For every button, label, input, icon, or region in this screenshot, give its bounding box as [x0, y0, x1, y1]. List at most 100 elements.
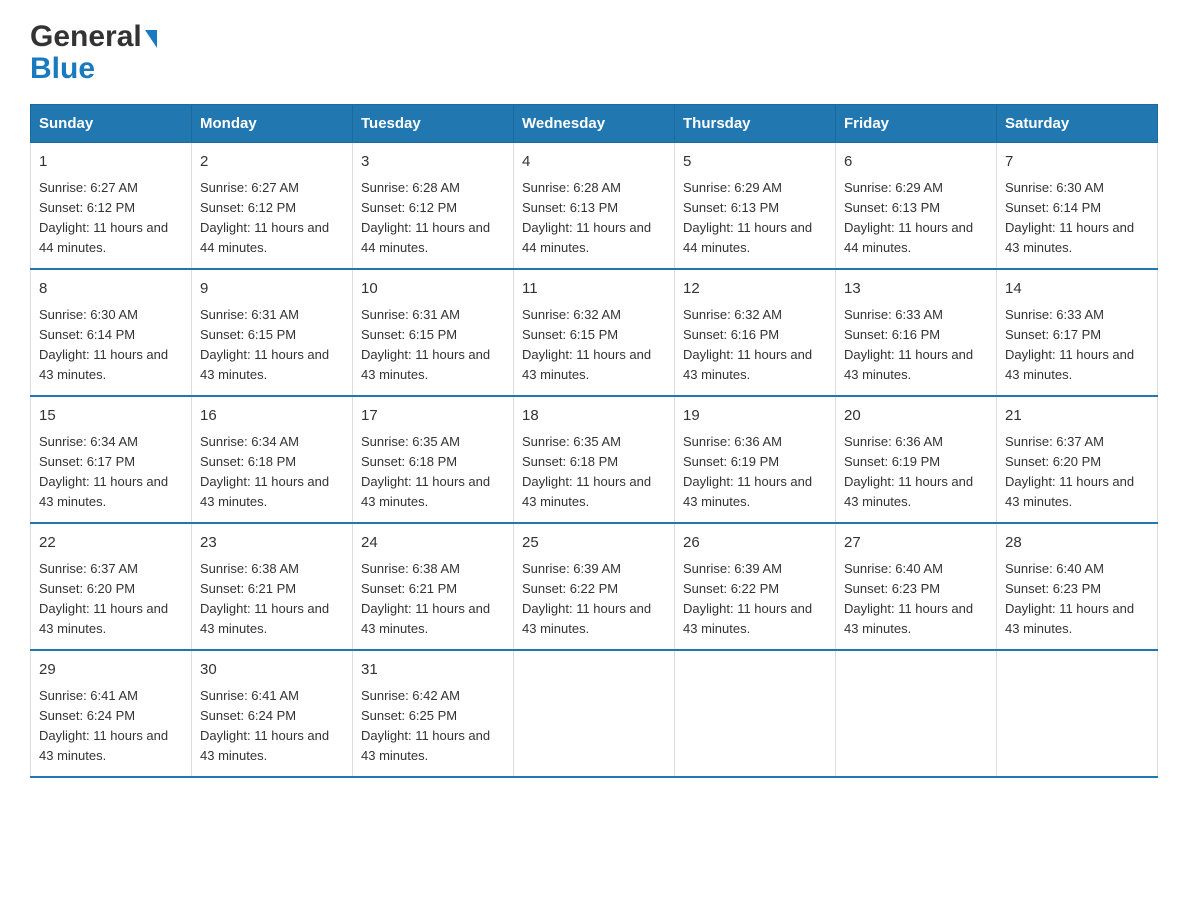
- calendar-cell: 3 Sunrise: 6:28 AMSunset: 6:12 PMDaylight…: [353, 143, 514, 270]
- day-info: Sunrise: 6:41 AMSunset: 6:24 PMDaylight:…: [39, 686, 183, 767]
- day-number: 18: [522, 405, 666, 428]
- day-info: Sunrise: 6:34 AMSunset: 6:17 PMDaylight:…: [39, 432, 183, 513]
- calendar-cell: 23 Sunrise: 6:38 AMSunset: 6:21 PMDayligh…: [192, 523, 353, 650]
- day-number: 8: [39, 278, 183, 301]
- day-number: 21: [1005, 405, 1149, 428]
- calendar-cell: [836, 650, 997, 777]
- calendar-cell: 30 Sunrise: 6:41 AMSunset: 6:24 PMDayligh…: [192, 650, 353, 777]
- header-day-tuesday: Tuesday: [353, 105, 514, 143]
- day-number: 2: [200, 151, 344, 174]
- day-info: Sunrise: 6:27 AMSunset: 6:12 PMDaylight:…: [39, 178, 183, 259]
- day-info: Sunrise: 6:37 AMSunset: 6:20 PMDaylight:…: [1005, 432, 1149, 513]
- day-number: 29: [39, 659, 183, 682]
- day-info: Sunrise: 6:32 AMSunset: 6:15 PMDaylight:…: [522, 305, 666, 386]
- calendar-cell: 26Sunrise: 6:39 AMSunset: 6:22 PMDayligh…: [675, 523, 836, 650]
- day-number: 23: [200, 532, 344, 555]
- calendar-cell: 24 Sunrise: 6:38 AMSunset: 6:21 PMDayligh…: [353, 523, 514, 650]
- header-day-friday: Friday: [836, 105, 997, 143]
- day-info: Sunrise: 6:34 AMSunset: 6:18 PMDaylight:…: [200, 432, 344, 513]
- day-info: Sunrise: 6:40 AMSunset: 6:23 PMDaylight:…: [1005, 559, 1149, 640]
- day-info: Sunrise: 6:30 AMSunset: 6:14 PMDaylight:…: [39, 305, 183, 386]
- calendar-cell: 28 Sunrise: 6:40 AMSunset: 6:23 PMDayligh…: [997, 523, 1158, 650]
- day-info: Sunrise: 6:32 AMSunset: 6:16 PMDaylight:…: [683, 305, 827, 386]
- day-number: 10: [361, 278, 505, 301]
- day-number: 24: [361, 532, 505, 555]
- day-number: 6: [844, 151, 988, 174]
- calendar-cell: 27Sunrise: 6:40 AMSunset: 6:23 PMDayligh…: [836, 523, 997, 650]
- calendar-cell: 18 Sunrise: 6:35 AMSunset: 6:18 PMDayligh…: [514, 396, 675, 523]
- day-info: Sunrise: 6:38 AMSunset: 6:21 PMDaylight:…: [200, 559, 344, 640]
- day-number: 11: [522, 278, 666, 301]
- page-header: General Blue: [30, 20, 1158, 84]
- day-number: 9: [200, 278, 344, 301]
- day-number: 15: [39, 405, 183, 428]
- calendar-cell: 29 Sunrise: 6:41 AMSunset: 6:24 PMDayligh…: [31, 650, 192, 777]
- calendar-cell: [514, 650, 675, 777]
- day-info: Sunrise: 6:28 AMSunset: 6:13 PMDaylight:…: [522, 178, 666, 259]
- header-day-sunday: Sunday: [31, 105, 192, 143]
- day-info: Sunrise: 6:31 AMSunset: 6:15 PMDaylight:…: [361, 305, 505, 386]
- calendar-cell: 31Sunrise: 6:42 AMSunset: 6:25 PMDayligh…: [353, 650, 514, 777]
- day-number: 19: [683, 405, 827, 428]
- calendar-cell: 11 Sunrise: 6:32 AMSunset: 6:15 PMDayligh…: [514, 269, 675, 396]
- calendar-cell: 19Sunrise: 6:36 AMSunset: 6:19 PMDayligh…: [675, 396, 836, 523]
- calendar-body: 1 Sunrise: 6:27 AMSunset: 6:12 PMDaylight…: [31, 143, 1158, 778]
- day-info: Sunrise: 6:28 AMSunset: 6:12 PMDaylight:…: [361, 178, 505, 259]
- calendar-cell: 17 Sunrise: 6:35 AMSunset: 6:18 PMDayligh…: [353, 396, 514, 523]
- calendar-week-row: 8 Sunrise: 6:30 AMSunset: 6:14 PMDaylight…: [31, 269, 1158, 396]
- day-number: 31: [361, 659, 505, 682]
- logo-triangle-icon: [145, 30, 157, 48]
- calendar-week-row: 22Sunrise: 6:37 AMSunset: 6:20 PMDayligh…: [31, 523, 1158, 650]
- day-info: Sunrise: 6:39 AMSunset: 6:22 PMDaylight:…: [522, 559, 666, 640]
- calendar-cell: [997, 650, 1158, 777]
- day-info: Sunrise: 6:30 AMSunset: 6:14 PMDaylight:…: [1005, 178, 1149, 259]
- day-number: 4: [522, 151, 666, 174]
- logo-text-blue: Blue: [30, 54, 95, 84]
- calendar-cell: 8 Sunrise: 6:30 AMSunset: 6:14 PMDaylight…: [31, 269, 192, 396]
- calendar-week-row: 1 Sunrise: 6:27 AMSunset: 6:12 PMDaylight…: [31, 143, 1158, 270]
- day-number: 20: [844, 405, 988, 428]
- calendar-cell: 6 Sunrise: 6:29 AMSunset: 6:13 PMDaylight…: [836, 143, 997, 270]
- day-number: 1: [39, 151, 183, 174]
- day-info: Sunrise: 6:33 AMSunset: 6:16 PMDaylight:…: [844, 305, 988, 386]
- calendar-cell: 12Sunrise: 6:32 AMSunset: 6:16 PMDayligh…: [675, 269, 836, 396]
- calendar-header: SundayMondayTuesdayWednesdayThursdayFrid…: [31, 105, 1158, 143]
- calendar-cell: 13 Sunrise: 6:33 AMSunset: 6:16 PMDayligh…: [836, 269, 997, 396]
- calendar-cell: 14Sunrise: 6:33 AMSunset: 6:17 PMDayligh…: [997, 269, 1158, 396]
- header-day-saturday: Saturday: [997, 105, 1158, 143]
- day-number: 26: [683, 532, 827, 555]
- day-number: 7: [1005, 151, 1149, 174]
- day-info: Sunrise: 6:31 AMSunset: 6:15 PMDaylight:…: [200, 305, 344, 386]
- day-number: 13: [844, 278, 988, 301]
- day-number: 5: [683, 151, 827, 174]
- day-number: 3: [361, 151, 505, 174]
- calendar-cell: 10 Sunrise: 6:31 AMSunset: 6:15 PMDayligh…: [353, 269, 514, 396]
- day-info: Sunrise: 6:27 AMSunset: 6:12 PMDaylight:…: [200, 178, 344, 259]
- logo: General Blue: [30, 20, 157, 84]
- calendar-cell: 22Sunrise: 6:37 AMSunset: 6:20 PMDayligh…: [31, 523, 192, 650]
- day-info: Sunrise: 6:29 AMSunset: 6:13 PMDaylight:…: [844, 178, 988, 259]
- calendar-cell: 1 Sunrise: 6:27 AMSunset: 6:12 PMDaylight…: [31, 143, 192, 270]
- day-info: Sunrise: 6:29 AMSunset: 6:13 PMDaylight:…: [683, 178, 827, 259]
- calendar-cell: 15 Sunrise: 6:34 AMSunset: 6:17 PMDayligh…: [31, 396, 192, 523]
- day-number: 17: [361, 405, 505, 428]
- day-info: Sunrise: 6:38 AMSunset: 6:21 PMDaylight:…: [361, 559, 505, 640]
- day-number: 28: [1005, 532, 1149, 555]
- day-number: 14: [1005, 278, 1149, 301]
- calendar-week-row: 15 Sunrise: 6:34 AMSunset: 6:17 PMDayligh…: [31, 396, 1158, 523]
- calendar-cell: 25Sunrise: 6:39 AMSunset: 6:22 PMDayligh…: [514, 523, 675, 650]
- header-day-monday: Monday: [192, 105, 353, 143]
- day-info: Sunrise: 6:41 AMSunset: 6:24 PMDaylight:…: [200, 686, 344, 767]
- day-info: Sunrise: 6:35 AMSunset: 6:18 PMDaylight:…: [361, 432, 505, 513]
- day-info: Sunrise: 6:36 AMSunset: 6:19 PMDaylight:…: [844, 432, 988, 513]
- logo-text-general: General: [30, 20, 142, 54]
- calendar-cell: 21 Sunrise: 6:37 AMSunset: 6:20 PMDayligh…: [997, 396, 1158, 523]
- day-info: Sunrise: 6:35 AMSunset: 6:18 PMDaylight:…: [522, 432, 666, 513]
- header-day-thursday: Thursday: [675, 105, 836, 143]
- day-info: Sunrise: 6:40 AMSunset: 6:23 PMDaylight:…: [844, 559, 988, 640]
- calendar-cell: 20 Sunrise: 6:36 AMSunset: 6:19 PMDayligh…: [836, 396, 997, 523]
- day-number: 30: [200, 659, 344, 682]
- calendar-cell: 16 Sunrise: 6:34 AMSunset: 6:18 PMDayligh…: [192, 396, 353, 523]
- day-number: 16: [200, 405, 344, 428]
- calendar-cell: 2 Sunrise: 6:27 AMSunset: 6:12 PMDaylight…: [192, 143, 353, 270]
